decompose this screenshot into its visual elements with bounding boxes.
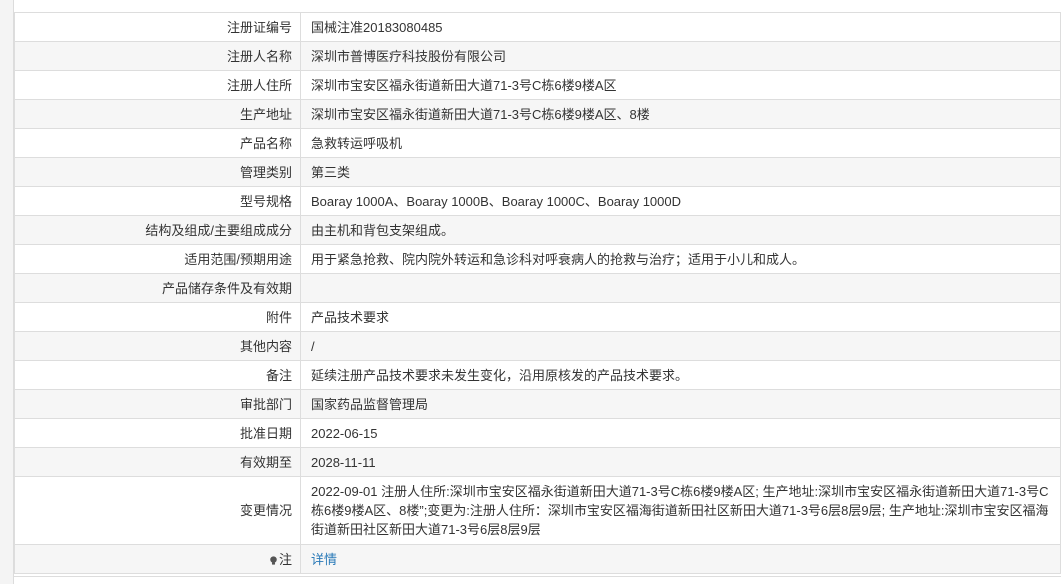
row-label: 其他内容 xyxy=(14,331,301,361)
note-label: 注 xyxy=(278,551,292,567)
row-value: 2028-11-11 xyxy=(300,447,1061,477)
row-value: / xyxy=(300,331,1061,361)
table-row: 注册人住所 深圳市宝安区福永街道新田大道71-3号C栋6楼9楼A区 xyxy=(14,70,1061,100)
row-label: 审批部门 xyxy=(14,389,301,419)
row-label: 变更情况 xyxy=(14,476,301,545)
table-row: 审批部门 国家药品监督管理局 xyxy=(14,389,1061,419)
row-value: 延续注册产品技术要求未发生变化，沿用原核发的产品技术要求。 xyxy=(300,360,1061,390)
table-row: 其他内容 / xyxy=(14,331,1061,361)
row-value: 第三类 xyxy=(300,157,1061,187)
row-label: 有效期至 xyxy=(14,447,301,477)
table-row: 批准日期 2022-06-15 xyxy=(14,418,1061,448)
table-row: 备注 延续注册产品技术要求未发生变化，沿用原核发的产品技术要求。 xyxy=(14,360,1061,390)
row-label: 注册人住所 xyxy=(14,70,301,100)
detail-page: 注册证编号 国械注准20183080485 注册人名称 深圳市普博医疗科技股份有… xyxy=(0,0,1061,584)
details-link[interactable]: 详情 xyxy=(311,552,337,567)
table-row: 型号规格 Boaray 1000A、Boaray 1000B、Boaray 10… xyxy=(14,186,1061,216)
row-value: 深圳市普博医疗科技股份有限公司 xyxy=(300,41,1061,71)
row-label: 产品储存条件及有效期 xyxy=(14,273,301,303)
table-row: 生产地址 深圳市宝安区福永街道新田大道71-3号C栋6楼9楼A区、8楼 xyxy=(14,99,1061,129)
table-bottom-divider xyxy=(14,576,1061,577)
row-label: 型号规格 xyxy=(14,186,301,216)
row-value: 国家药品监督管理局 xyxy=(300,389,1061,419)
table-row: 注册人名称 深圳市普博医疗科技股份有限公司 xyxy=(14,41,1061,71)
row-value: 2022-06-15 xyxy=(300,418,1061,448)
row-label: 结构及组成/主要组成成分 xyxy=(14,215,301,245)
row-label: 批准日期 xyxy=(14,418,301,448)
table-row: 结构及组成/主要组成成分 由主机和背包支架组成。 xyxy=(14,215,1061,245)
table-row: 变更情况 2022-09-01 注册人住所:深圳市宝安区福永街道新田大道71-3… xyxy=(14,476,1061,545)
registration-info-table: 注册证编号 国械注准20183080485 注册人名称 深圳市普博医疗科技股份有… xyxy=(14,12,1061,574)
row-value: 国械注准20183080485 xyxy=(300,12,1061,42)
row-value: 产品技术要求 xyxy=(300,302,1061,332)
table-row: 产品储存条件及有效期 xyxy=(14,273,1061,303)
table-row: 管理类别 第三类 xyxy=(14,157,1061,187)
change-history-value: 2022-09-01 注册人住所:深圳市宝安区福永街道新田大道71-3号C栋6楼… xyxy=(300,476,1061,545)
table-row: 注册证编号 国械注准20183080485 xyxy=(14,12,1061,42)
note-row: 注 详情 xyxy=(14,544,1061,574)
row-label: 产品名称 xyxy=(14,128,301,158)
note-value-cell: 详情 xyxy=(300,544,1061,574)
row-value xyxy=(300,273,1061,303)
row-value: 深圳市宝安区福永街道新田大道71-3号C栋6楼9楼A区、8楼 xyxy=(300,99,1061,129)
row-label: 适用范围/预期用途 xyxy=(14,244,301,274)
table-row: 有效期至 2028-11-11 xyxy=(14,447,1061,477)
row-label: 备注 xyxy=(14,360,301,390)
row-label: 管理类别 xyxy=(14,157,301,187)
table-row: 适用范围/预期用途 用于紧急抢救、院内院外转运和急诊科对呼衰病人的抢救与治疗；适… xyxy=(14,244,1061,274)
lightbulb-icon xyxy=(270,555,277,565)
row-value: 急救转运呼吸机 xyxy=(300,128,1061,158)
left-panel-edge xyxy=(0,0,14,584)
table-row: 附件 产品技术要求 xyxy=(14,302,1061,332)
row-value: 由主机和背包支架组成。 xyxy=(300,215,1061,245)
row-label: 附件 xyxy=(14,302,301,332)
row-value: Boaray 1000A、Boaray 1000B、Boaray 1000C、B… xyxy=(300,186,1061,216)
row-label: 注册证编号 xyxy=(14,12,301,42)
row-label: 注册人名称 xyxy=(14,41,301,71)
row-label: 生产地址 xyxy=(14,99,301,129)
note-label-cell: 注 xyxy=(14,544,301,574)
table-row: 产品名称 急救转运呼吸机 xyxy=(14,128,1061,158)
row-value: 深圳市宝安区福永街道新田大道71-3号C栋6楼9楼A区 xyxy=(300,70,1061,100)
row-value: 用于紧急抢救、院内院外转运和急诊科对呼衰病人的抢救与治疗；适用于小儿和成人。 xyxy=(300,244,1061,274)
